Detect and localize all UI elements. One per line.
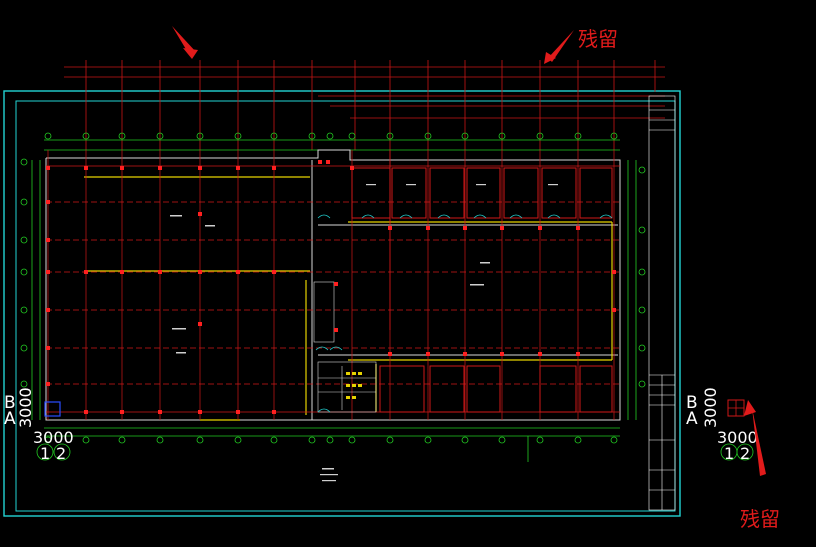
right-marker-vertical-dim: 3000 — [701, 387, 720, 428]
cad-drawing-canvas[interactable]: B A 3000 3000 1 2 B A 3000 3000 1 2 残留 残… — [0, 0, 816, 547]
selection-box — [44, 401, 61, 417]
left-marker-axis-1: 1 — [40, 444, 50, 463]
room-cells-upper — [351, 167, 613, 219]
structural-grid — [46, 150, 620, 420]
core-fixtures — [346, 372, 362, 399]
left-axis-marker: B A 3000 3000 1 2 — [4, 387, 74, 463]
axis-bubbles-bottom — [44, 436, 618, 444]
drawing-border — [3, 90, 681, 517]
right-axis-marker: B A 3000 3000 1 2 — [686, 387, 758, 463]
left-marker-bottom-letter: A — [4, 409, 16, 429]
residual-label-top: 残留 — [578, 27, 618, 51]
axis-bubbles-top — [44, 132, 618, 140]
right-marker-axis-1: 1 — [724, 444, 734, 463]
right-marker-axis-2: 2 — [740, 444, 750, 463]
right-marker-bottom-letter: A — [686, 409, 698, 429]
arrow-icon — [172, 26, 766, 476]
building-outline — [45, 149, 621, 421]
room-cells-lower — [379, 365, 613, 413]
title-block — [648, 95, 676, 511]
column-markers — [46, 160, 616, 414]
left-marker-axis-2: 2 — [56, 444, 66, 463]
room-label-marks — [170, 184, 558, 482]
residual-label-bottom-right: 残留 — [740, 507, 780, 531]
left-marker-vertical-dim: 3000 — [16, 387, 35, 428]
yellow-walls — [84, 176, 613, 421]
axis-bubbles-side — [20, 158, 646, 388]
